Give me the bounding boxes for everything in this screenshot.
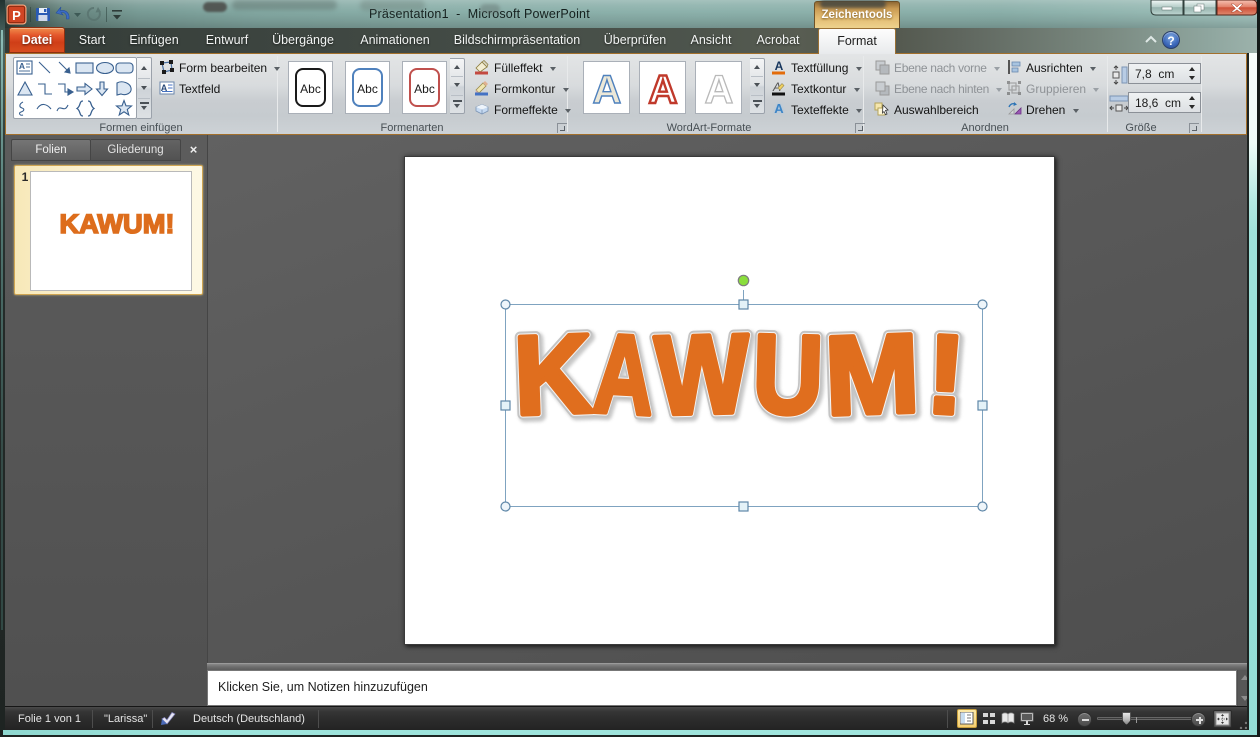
svg-text:A: A [775,59,784,73]
svg-text:A: A [649,68,678,112]
svg-text:P: P [12,8,21,23]
svg-text:A: A [705,68,734,112]
svg-text:A: A [19,61,25,71]
svg-text:KAWUM!: KAWUM! [60,209,175,239]
svg-text:A: A [593,68,622,112]
svg-text:A: A [774,101,784,116]
